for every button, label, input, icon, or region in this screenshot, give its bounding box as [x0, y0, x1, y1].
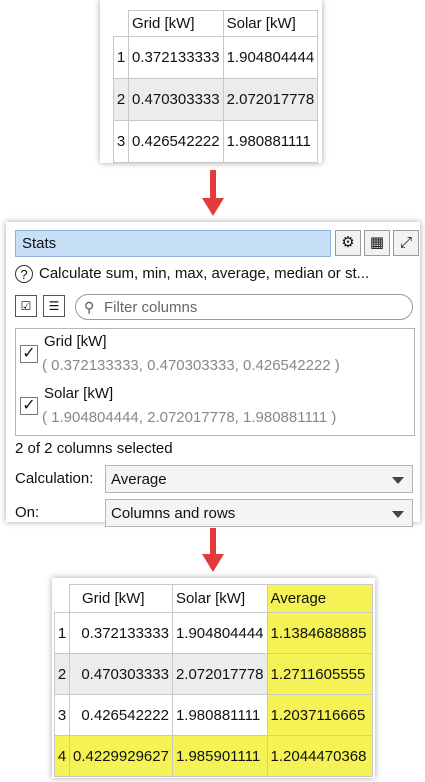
calculation-dropdown[interactable]: Average	[105, 465, 413, 493]
cell-solar[interactable]: 1.904804444	[171, 612, 268, 654]
cell-grid[interactable]: 0.426542222	[128, 120, 224, 163]
check-icon[interactable]: ✓	[20, 397, 38, 415]
row-number: 2	[54, 653, 70, 695]
expand-icon: ⤢	[399, 234, 412, 251]
table-row: 2 0.470303333 2.072017778	[113, 78, 319, 121]
corner-cell	[113, 10, 129, 37]
settings-icon: ⚙	[341, 234, 355, 251]
calculation-row: Calculation: Average	[15, 464, 415, 494]
cell-solar[interactable]: 1.985901111	[171, 735, 268, 777]
filter-row: ☑ ☰ ⚲	[15, 292, 415, 322]
table-button[interactable]: ▦	[364, 230, 390, 256]
down-arrow-icon	[202, 170, 224, 218]
corner-cell	[54, 584, 70, 613]
cell-average[interactable]: 1.1384688885	[266, 612, 373, 654]
row-number: 1	[54, 612, 70, 654]
cell-average[interactable]: 1.2044470368	[266, 735, 373, 777]
row-number: 3	[54, 694, 70, 736]
column-name: Solar [kW]	[44, 385, 114, 402]
stats-panel: Stats ⚙ ▦ ⤢ ? Calculate sum, min, max, av…	[6, 222, 420, 527]
expand-button[interactable]: ⤢	[393, 230, 419, 256]
down-arrow-icon	[202, 528, 224, 574]
table-row: 4 0.4229929627 1.985901111 1.2044470368	[54, 735, 373, 777]
output-table: Grid [kW] Solar [kW] Average 1 0.3721333…	[54, 584, 373, 777]
search-icon: ⚲	[84, 299, 95, 315]
on-value: Columns and rows	[111, 505, 236, 522]
cell-grid[interactable]: 0.470303333	[128, 78, 224, 121]
cell-solar[interactable]: 1.904804444	[222, 36, 319, 79]
select-all-icon[interactable]: ☑	[15, 295, 37, 317]
table-row: 2 0.470303333 2.072017778 1.2711605555	[54, 653, 373, 695]
cell-average[interactable]: 1.2711605555	[266, 653, 373, 695]
table-row: 3 0.426542222 1.980881111	[113, 120, 319, 163]
cell-solar[interactable]: 1.980881111	[222, 120, 319, 163]
selected-count: 2 of 2 columns selected	[15, 440, 173, 457]
header-grid[interactable]: Grid [kW]	[69, 584, 173, 613]
help-icon[interactable]: ?	[15, 265, 33, 284]
row-number: 4	[54, 735, 70, 777]
panel-title-bar[interactable]: Stats	[15, 230, 331, 257]
row-number: 1	[113, 36, 129, 79]
list-item[interactable]: ✓ Grid [kW] ( 0.372133333, 0.470303333, …	[20, 331, 410, 381]
on-row: On: Columns and rows	[15, 498, 415, 528]
header-average[interactable]: Average	[266, 584, 373, 613]
calculation-label: Calculation:	[15, 470, 94, 487]
settings-button[interactable]: ⚙	[335, 230, 361, 256]
header-solar[interactable]: Solar [kW]	[171, 584, 268, 613]
cell-grid[interactable]: 0.470303333	[69, 653, 173, 695]
table-row: 1 0.372133333 1.904804444 1.1384688885	[54, 612, 373, 654]
cell-grid[interactable]: 0.372133333	[69, 612, 173, 654]
on-dropdown[interactable]: Columns and rows	[105, 499, 413, 527]
cell-average[interactable]: 1.2037116665	[266, 694, 373, 736]
column-values: ( 1.904804444, 2.072017778, 1.980881111 …	[42, 409, 337, 426]
cell-solar[interactable]: 2.072017778	[222, 78, 319, 121]
cell-solar[interactable]: 2.072017778	[171, 653, 268, 695]
chevron-down-icon	[392, 477, 404, 484]
column-name: Grid [kW]	[44, 333, 107, 350]
cell-grid[interactable]: 0.372133333	[128, 36, 224, 79]
list-icon[interactable]: ☰	[43, 295, 65, 317]
check-icon[interactable]: ✓	[20, 345, 38, 363]
header-solar[interactable]: Solar [kW]	[222, 10, 319, 37]
chevron-down-icon	[392, 511, 404, 518]
table-icon: ▦	[369, 234, 385, 251]
input-table-panel: Grid [kW] Solar [kW] 1 0.372133333 1.904…	[100, 0, 322, 163]
filter-input[interactable]	[102, 298, 406, 317]
column-values: ( 0.372133333, 0.470303333, 0.426542222 …	[42, 357, 340, 374]
list-item[interactable]: ✓ Solar [kW] ( 1.904804444, 2.072017778,…	[20, 383, 410, 433]
on-label: On:	[15, 504, 40, 521]
table-row: 1 0.372133333 1.904804444	[113, 36, 319, 79]
table-row: 3 0.426542222 1.980881111 1.2037116665	[54, 694, 373, 736]
cell-grid[interactable]: 0.426542222	[69, 694, 173, 736]
filter-input-box[interactable]: ⚲	[75, 294, 413, 320]
row-number: 2	[113, 78, 129, 121]
cell-solar[interactable]: 1.980881111	[171, 694, 268, 736]
cell-grid[interactable]: 0.4229929627	[69, 735, 173, 777]
row-number: 3	[113, 120, 129, 163]
input-table: Grid [kW] Solar [kW] 1 0.372133333 1.904…	[113, 10, 319, 163]
column-list: ✓ Grid [kW] ( 0.372133333, 0.470303333, …	[15, 328, 415, 436]
description-text: Calculate sum, min, max, average, median…	[39, 265, 370, 282]
calculation-value: Average	[111, 471, 167, 488]
description-row: ? Calculate sum, min, max, average, media…	[15, 265, 417, 284]
header-grid[interactable]: Grid [kW]	[128, 10, 224, 37]
output-table-panel: Grid [kW] Solar [kW] Average 1 0.3721333…	[52, 578, 375, 778]
panel-title: Stats	[22, 235, 57, 252]
